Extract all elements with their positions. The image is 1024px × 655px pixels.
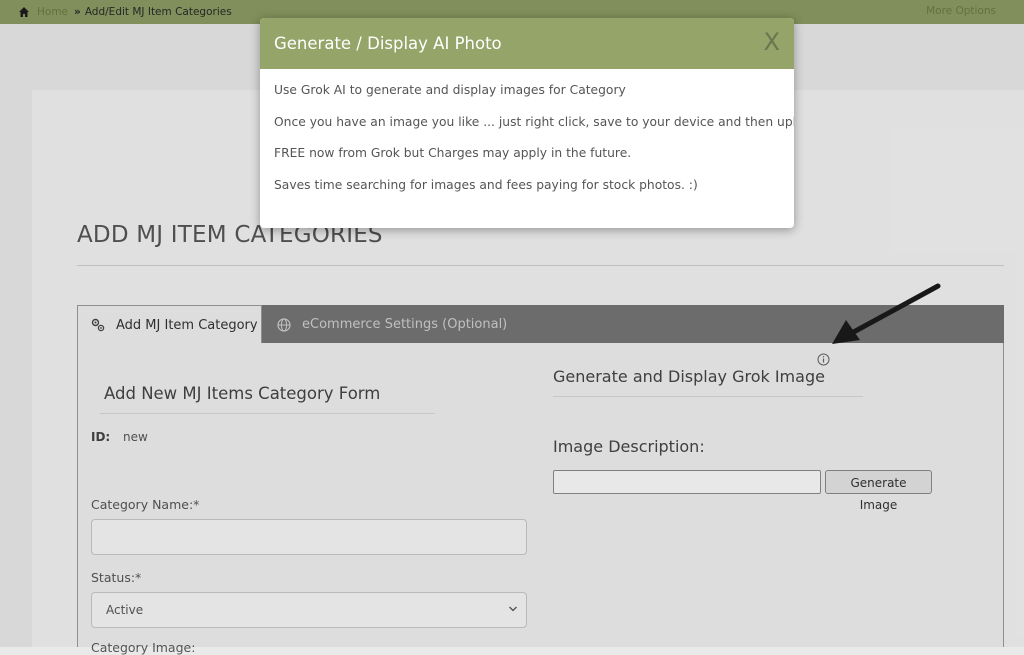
modal-title: Generate / Display AI Photo bbox=[274, 34, 502, 53]
modal-text-line: FREE now from Grok but Charges may apply… bbox=[274, 146, 632, 160]
modal-text-line: Once you have an image you like ... just… bbox=[274, 114, 794, 129]
ai-photo-modal: Generate / Display AI Photo X Use Grok A… bbox=[260, 18, 794, 228]
modal-header: Generate / Display AI Photo X bbox=[260, 18, 794, 69]
modal-body: Use Grok AI to generate and display imag… bbox=[260, 69, 794, 192]
close-icon[interactable]: X bbox=[764, 28, 780, 56]
modal-text-line: Use Grok AI to generate and display imag… bbox=[274, 83, 626, 97]
modal-text-line: Saves time searching for images and fees… bbox=[274, 177, 698, 192]
